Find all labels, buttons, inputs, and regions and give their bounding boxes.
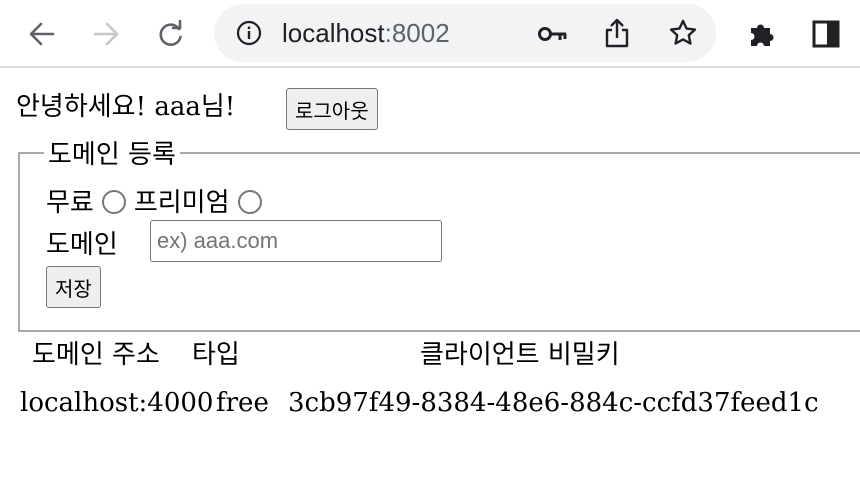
domain-input[interactable]: [150, 220, 442, 262]
forward-arrow-icon[interactable]: [86, 14, 126, 54]
back-arrow-icon[interactable]: [22, 14, 62, 54]
column-header-domain-address: 도메인 주소: [32, 340, 160, 370]
url-host: localhost: [282, 18, 385, 48]
plan-premium-radio[interactable]: [237, 190, 262, 214]
url-text[interactable]: localhost:8002: [282, 18, 450, 49]
domain-label: 도메인: [46, 230, 118, 260]
reload-icon[interactable]: [150, 14, 190, 54]
plan-radio-row: 무료 프리미엄: [46, 182, 270, 219]
save-button[interactable]: 저장: [46, 266, 101, 308]
info-icon[interactable]: [236, 20, 262, 50]
plan-free-radio[interactable]: [101, 190, 126, 214]
extensions-icon[interactable]: [742, 14, 782, 54]
page-content: 안녕하세요! aaa님! 로그아웃 도메인 등록 무료 프리미엄 도메인 저장 도…: [0, 68, 860, 478]
star-icon[interactable]: [668, 18, 698, 52]
cell-type: free: [216, 388, 269, 418]
domain-register-legend: 도메인 등록: [48, 140, 176, 170]
side-panel-icon[interactable]: [806, 14, 846, 54]
address-bar[interactable]: localhost:8002: [214, 4, 716, 62]
cell-client-secret: 3cb97f49-8384-48e6-884c-ccfd37feed1c: [288, 388, 819, 418]
browser-toolbar: localhost:8002: [0, 0, 860, 68]
column-header-client-secret: 클라이언트 비밀키: [420, 340, 620, 370]
share-icon[interactable]: [604, 18, 630, 52]
column-header-type: 타입: [192, 340, 240, 370]
greeting-text: 안녕하세요! aaa님!: [16, 92, 236, 122]
plan-free-label: 무료: [46, 188, 94, 218]
key-icon[interactable]: [538, 24, 568, 48]
url-port: :8002: [384, 18, 450, 48]
logout-button[interactable]: 로그아웃: [286, 88, 378, 130]
cell-domain-address: localhost:4000: [20, 388, 214, 418]
plan-premium-label: 프리미엄: [133, 188, 230, 218]
